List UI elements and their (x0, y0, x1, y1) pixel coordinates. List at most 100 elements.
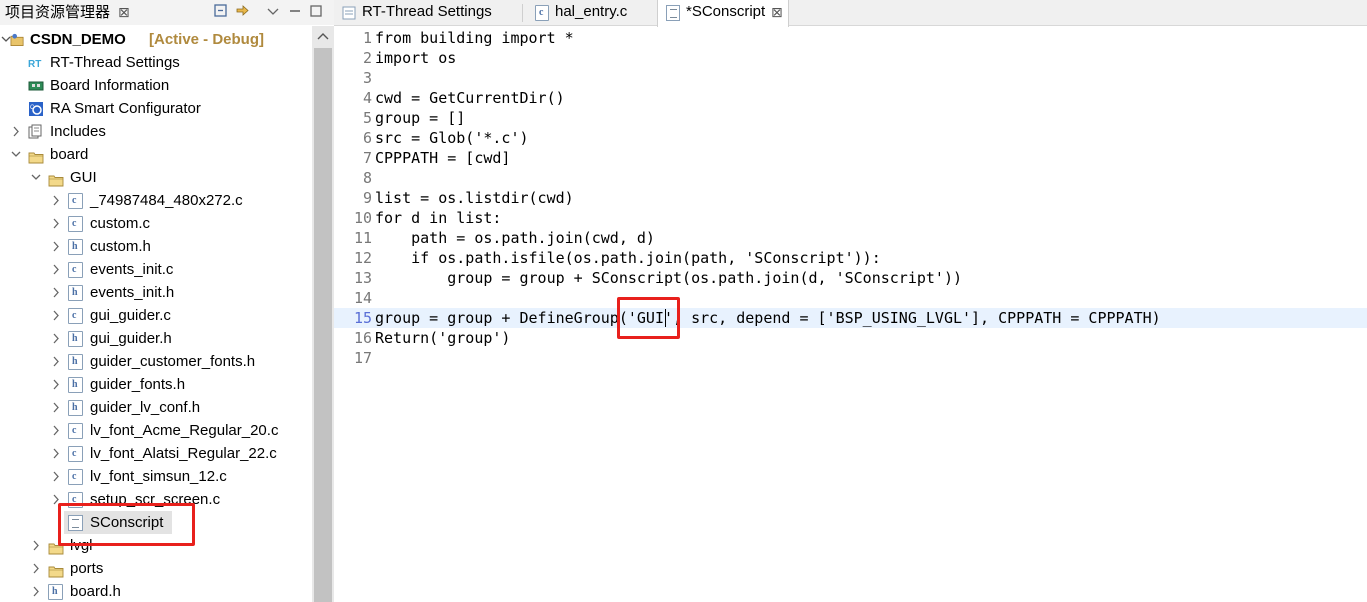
tab-label: hal_entry.c (555, 3, 628, 20)
code-line[interactable]: 11 path = os.path.join(cwd, d) (334, 228, 1367, 248)
folder-icon (48, 539, 64, 555)
code-text: group = group + DefineGroup('GUI', src, … (375, 309, 1161, 327)
tree-item-label: Includes (50, 123, 106, 140)
tab-label: RT-Thread Settings (362, 3, 492, 20)
tree-item-events-init-c[interactable]: events_init.c (0, 258, 312, 281)
project-tree: CSDN_DEMO [Active - Debug] RT RT-Thread S… (0, 26, 312, 602)
chevron-right-icon[interactable] (30, 580, 42, 602)
chevron-right-icon[interactable] (50, 304, 62, 327)
code-line[interactable]: 8 (334, 168, 1367, 188)
tree-item-74987484-480x272-c[interactable]: _74987484_480x272.c (0, 189, 312, 212)
tree-item-guider-fonts-h[interactable]: guider_fonts.h (0, 373, 312, 396)
explorer-title: 项目资源管理器 (5, 4, 111, 21)
code-line[interactable]: 16 Return('group') (334, 328, 1367, 348)
chevron-right-icon[interactable] (50, 327, 62, 350)
tree-item-label: guider_customer_fonts.h (90, 353, 256, 370)
line-number: 16 (353, 329, 372, 347)
tree-item-gui-guider-h[interactable]: gui_guider.h (0, 327, 312, 350)
code-line[interactable]: 7 CPPPATH = [cwd] (334, 148, 1367, 168)
chevron-right-icon[interactable] (50, 419, 62, 442)
code-line[interactable]: 13 group = group + SConscript(os.path.jo… (334, 268, 1367, 288)
line-number: 17 (353, 349, 372, 367)
line-number: 2 (362, 49, 372, 67)
c-file-icon (68, 308, 83, 324)
tree-item-label: SConscript (90, 514, 164, 531)
tree-item-board-information[interactable]: Board Information (0, 74, 312, 97)
tree-item-setup-scr-screen-c[interactable]: setup_scr_screen.c (0, 488, 312, 511)
tree-item-lv-font-alatsi-regular-22-c[interactable]: lv_font_Alatsi_Regular_22.c (0, 442, 312, 465)
chevron-right-icon[interactable] (50, 488, 62, 511)
view-menu-icon[interactable] (264, 2, 282, 20)
chevron-right-icon[interactable] (50, 465, 62, 488)
code-line[interactable]: 3 (334, 68, 1367, 88)
tree-item-label: Board Information (50, 77, 170, 94)
chevron-down-icon[interactable] (30, 166, 42, 189)
line-number: 7 (362, 149, 372, 167)
chevron-right-icon[interactable] (50, 258, 62, 281)
tree-item-label: lv_font_simsun_12.c (90, 468, 227, 485)
maximize-icon[interactable] (307, 2, 325, 20)
tree-item-includes[interactable]: Includes (0, 120, 312, 143)
chevron-right-icon[interactable] (50, 396, 62, 419)
tree-item-gui-guider-c[interactable]: gui_guider.c (0, 304, 312, 327)
link-with-editor-icon[interactable] (234, 2, 252, 20)
minimize-icon[interactable] (286, 2, 304, 20)
tree-item-board[interactable]: board (0, 143, 312, 166)
chevron-right-icon[interactable] (50, 235, 62, 258)
chevron-right-icon[interactable] (50, 442, 62, 465)
chevron-right-icon[interactable] (50, 281, 62, 304)
code-line[interactable]: 4 cwd = GetCurrentDir() (334, 88, 1367, 108)
chevron-right-icon[interactable] (50, 212, 62, 235)
scrollbar-thumb[interactable] (314, 48, 332, 602)
chevron-right-icon[interactable] (50, 350, 62, 373)
tab-hal-entry[interactable]: hal_entry.c (527, 0, 657, 26)
tree-item-custom-h[interactable]: custom.h (0, 235, 312, 258)
code-line[interactable]: 12 if os.path.isfile(os.path.join(path, … (334, 248, 1367, 268)
tree-item-lv-font-acme-regular-20-c[interactable]: lv_font_Acme_Regular_20.c (0, 419, 312, 442)
code-line[interactable]: 15 group = group + DefineGroup('GUI', src… (334, 308, 1367, 328)
tree-item-gui[interactable]: GUI (0, 166, 312, 189)
tree-item-label: RT-Thread Settings (50, 54, 180, 71)
chevron-right-icon[interactable] (50, 189, 62, 212)
chevron-right-icon[interactable] (10, 120, 22, 143)
line-number: 15 (353, 309, 372, 327)
tree-item-sconscript[interactable]: SConscript (64, 511, 172, 534)
chevron-down-icon[interactable] (10, 143, 22, 166)
tab-rt-thread-settings[interactable]: RT-Thread Settings (334, 0, 522, 26)
scroll-up-icon[interactable] (316, 30, 330, 42)
h-file-icon (48, 584, 63, 600)
code-line[interactable]: 14 (334, 288, 1367, 308)
svg-text:RT: RT (28, 59, 41, 70)
tree-item-custom-c[interactable]: custom.c (0, 212, 312, 235)
code-line[interactable]: 1 from building import * (334, 28, 1367, 48)
chevron-right-icon[interactable] (30, 534, 42, 557)
explorer-scrollbar[interactable] (312, 26, 334, 602)
code-line[interactable]: 5 group = [] (334, 108, 1367, 128)
code-line[interactable]: 9 list = os.listdir(cwd) (334, 188, 1367, 208)
tree-item-label: ports (70, 560, 104, 577)
tree-item-label: guider_fonts.h (90, 376, 186, 393)
line-number: 3 (362, 69, 372, 87)
tree-item-guider-customer-fonts-h[interactable]: guider_customer_fonts.h (0, 350, 312, 373)
chevron-right-icon[interactable] (30, 557, 42, 580)
collapse-all-icon[interactable] (212, 2, 230, 20)
code-line[interactable]: 10 for d in list: (334, 208, 1367, 228)
tree-item-rt-thread-settings[interactable]: RT RT-Thread Settings (0, 51, 312, 74)
tree-root-csdn-demo[interactable]: CSDN_DEMO [Active - Debug] (0, 28, 312, 51)
chevron-right-icon[interactable] (50, 373, 62, 396)
code-line[interactable]: 6 src = Glob('*.c') (334, 128, 1367, 148)
tree-item-events-init-h[interactable]: events_init.h (0, 281, 312, 304)
tree-item-lv-font-simsun-12-c[interactable]: lv_font_simsun_12.c (0, 465, 312, 488)
tree-item-lvgl[interactable]: lvgl (0, 534, 312, 557)
code-line[interactable]: 17 (334, 348, 1367, 368)
code-text: CPPPATH = [cwd] (375, 149, 511, 167)
tree-item-guider-lv-conf-h[interactable]: guider_lv_conf.h (0, 396, 312, 419)
h-file-icon (68, 331, 83, 347)
tab-close-icon[interactable]: ⊠ (771, 0, 783, 24)
tree-item-ra-smart-configurator[interactable]: C RA Smart Configurator (0, 97, 312, 120)
explorer-close-icon[interactable]: ⊠ (118, 3, 130, 21)
tree-item-board-h[interactable]: board.h (0, 580, 312, 602)
tree-item-ports[interactable]: ports (0, 557, 312, 580)
tab-sconscript[interactable]: *SConscript ⊠ (657, 0, 789, 27)
code-line[interactable]: 2 import os (334, 48, 1367, 68)
